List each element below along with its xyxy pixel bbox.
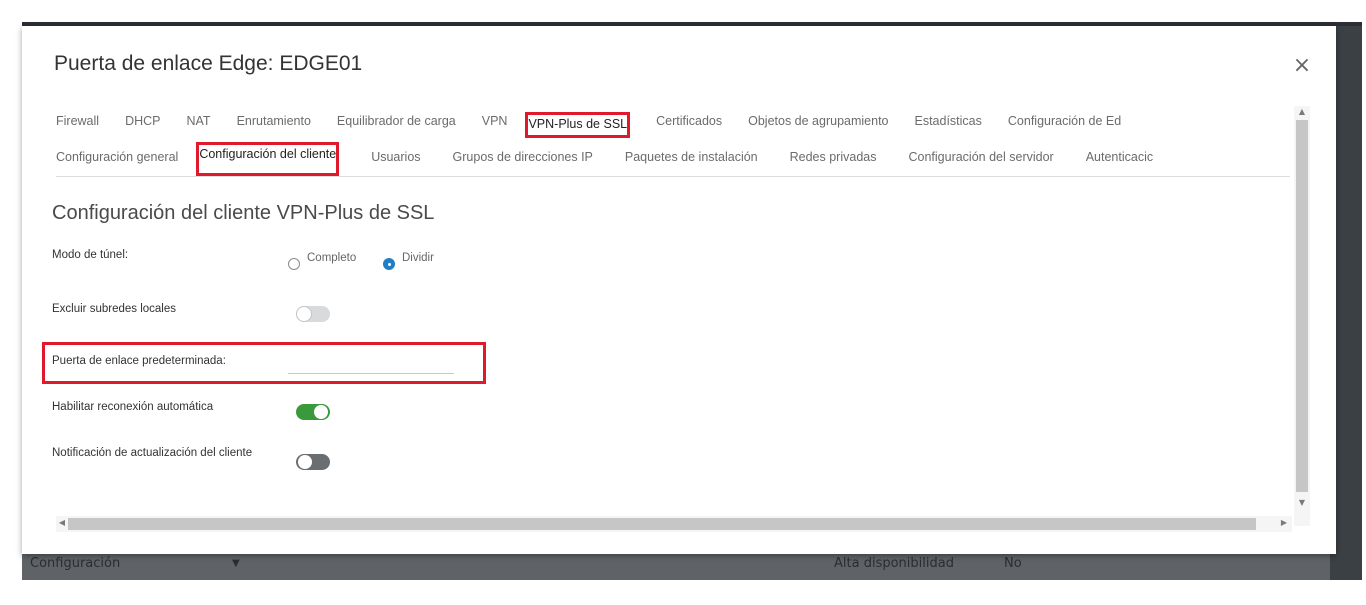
background-ha-value: No: [1004, 556, 1022, 571]
subtab-server-config[interactable]: Configuración del servidor: [908, 148, 1053, 176]
background-footer-label: Configuración: [30, 556, 121, 571]
auto-reconnect-label: Habilitar reconexión automática: [52, 401, 214, 413]
auto-reconnect-toggle[interactable]: [296, 404, 330, 420]
tab-dhcp[interactable]: DHCP: [125, 112, 160, 138]
default-gateway-label: Puerta de enlace predeterminada:: [52, 355, 226, 367]
section-title: Configuración del cliente VPN-Plus de SS…: [52, 202, 435, 224]
subtab-general-config[interactable]: Configuración general: [56, 148, 178, 176]
subtab-installation-packages[interactable]: Paquetes de instalación: [625, 148, 758, 176]
close-icon[interactable]: ×: [1290, 54, 1314, 78]
tab-edge-settings[interactable]: Configuración de Ed: [1008, 112, 1121, 138]
tab-vpn[interactable]: VPN: [482, 112, 508, 138]
main-tabs: Firewall DHCP NAT Enrutamiento Equilibra…: [56, 112, 1147, 138]
scroll-down-icon[interactable]: ▼: [1296, 498, 1308, 510]
dialog-title: Puerta de enlace Edge: EDGE01: [54, 52, 363, 75]
client-update-toggle[interactable]: [296, 454, 330, 470]
tab-certificates[interactable]: Certificados: [656, 112, 722, 138]
edge-gateway-dialog: Puerta de enlace Edge: EDGE01 × Firewall…: [22, 26, 1336, 554]
client-update-label: Notificación de actualización del client…: [52, 447, 253, 459]
subtab-ip-pools[interactable]: Grupos de direcciones IP: [453, 148, 593, 176]
radio-split-label: Dividir: [402, 252, 434, 264]
radio-split[interactable]: [383, 258, 395, 270]
subtab-client-config[interactable]: Configuración del cliente: [196, 142, 340, 176]
subtab-authentication[interactable]: Autenticacic: [1086, 148, 1153, 176]
exclude-subnets-toggle[interactable]: [296, 306, 330, 322]
scroll-left-icon[interactable]: ◀: [56, 518, 68, 530]
subtab-users[interactable]: Usuarios: [371, 148, 420, 176]
subtab-divider: [56, 176, 1290, 177]
tab-routing[interactable]: Enrutamiento: [237, 112, 311, 138]
vertical-scroll-thumb[interactable]: [1296, 120, 1308, 492]
radio-complete-label: Completo: [307, 252, 357, 264]
default-gateway-input[interactable]: [288, 373, 454, 374]
scroll-up-icon[interactable]: ▲: [1296, 107, 1308, 119]
background-ha-label: Alta disponibilidad: [834, 556, 954, 571]
scroll-right-icon[interactable]: ▶: [1278, 518, 1290, 530]
radio-complete[interactable]: [288, 258, 300, 270]
tunnel-mode-label: Modo de túnel:: [52, 249, 129, 261]
tab-ssl-vpn-plus[interactable]: VPN-Plus de SSL: [525, 112, 631, 138]
sub-tabs: Configuración general Configuración del …: [56, 142, 1185, 176]
exclude-subnets-label: Excluir subredes locales: [52, 303, 177, 315]
tab-grouping-objects[interactable]: Objetos de agrupamiento: [748, 112, 888, 138]
tab-firewall[interactable]: Firewall: [56, 112, 99, 138]
chevron-down-icon: ▼: [232, 558, 240, 569]
tab-statistics[interactable]: Estadísticas: [915, 112, 982, 138]
tab-nat[interactable]: NAT: [186, 112, 210, 138]
tab-load-balancer[interactable]: Equilibrador de carga: [337, 112, 456, 138]
horizontal-scroll-thumb[interactable]: [68, 518, 1256, 530]
subtab-private-networks[interactable]: Redes privadas: [790, 148, 877, 176]
